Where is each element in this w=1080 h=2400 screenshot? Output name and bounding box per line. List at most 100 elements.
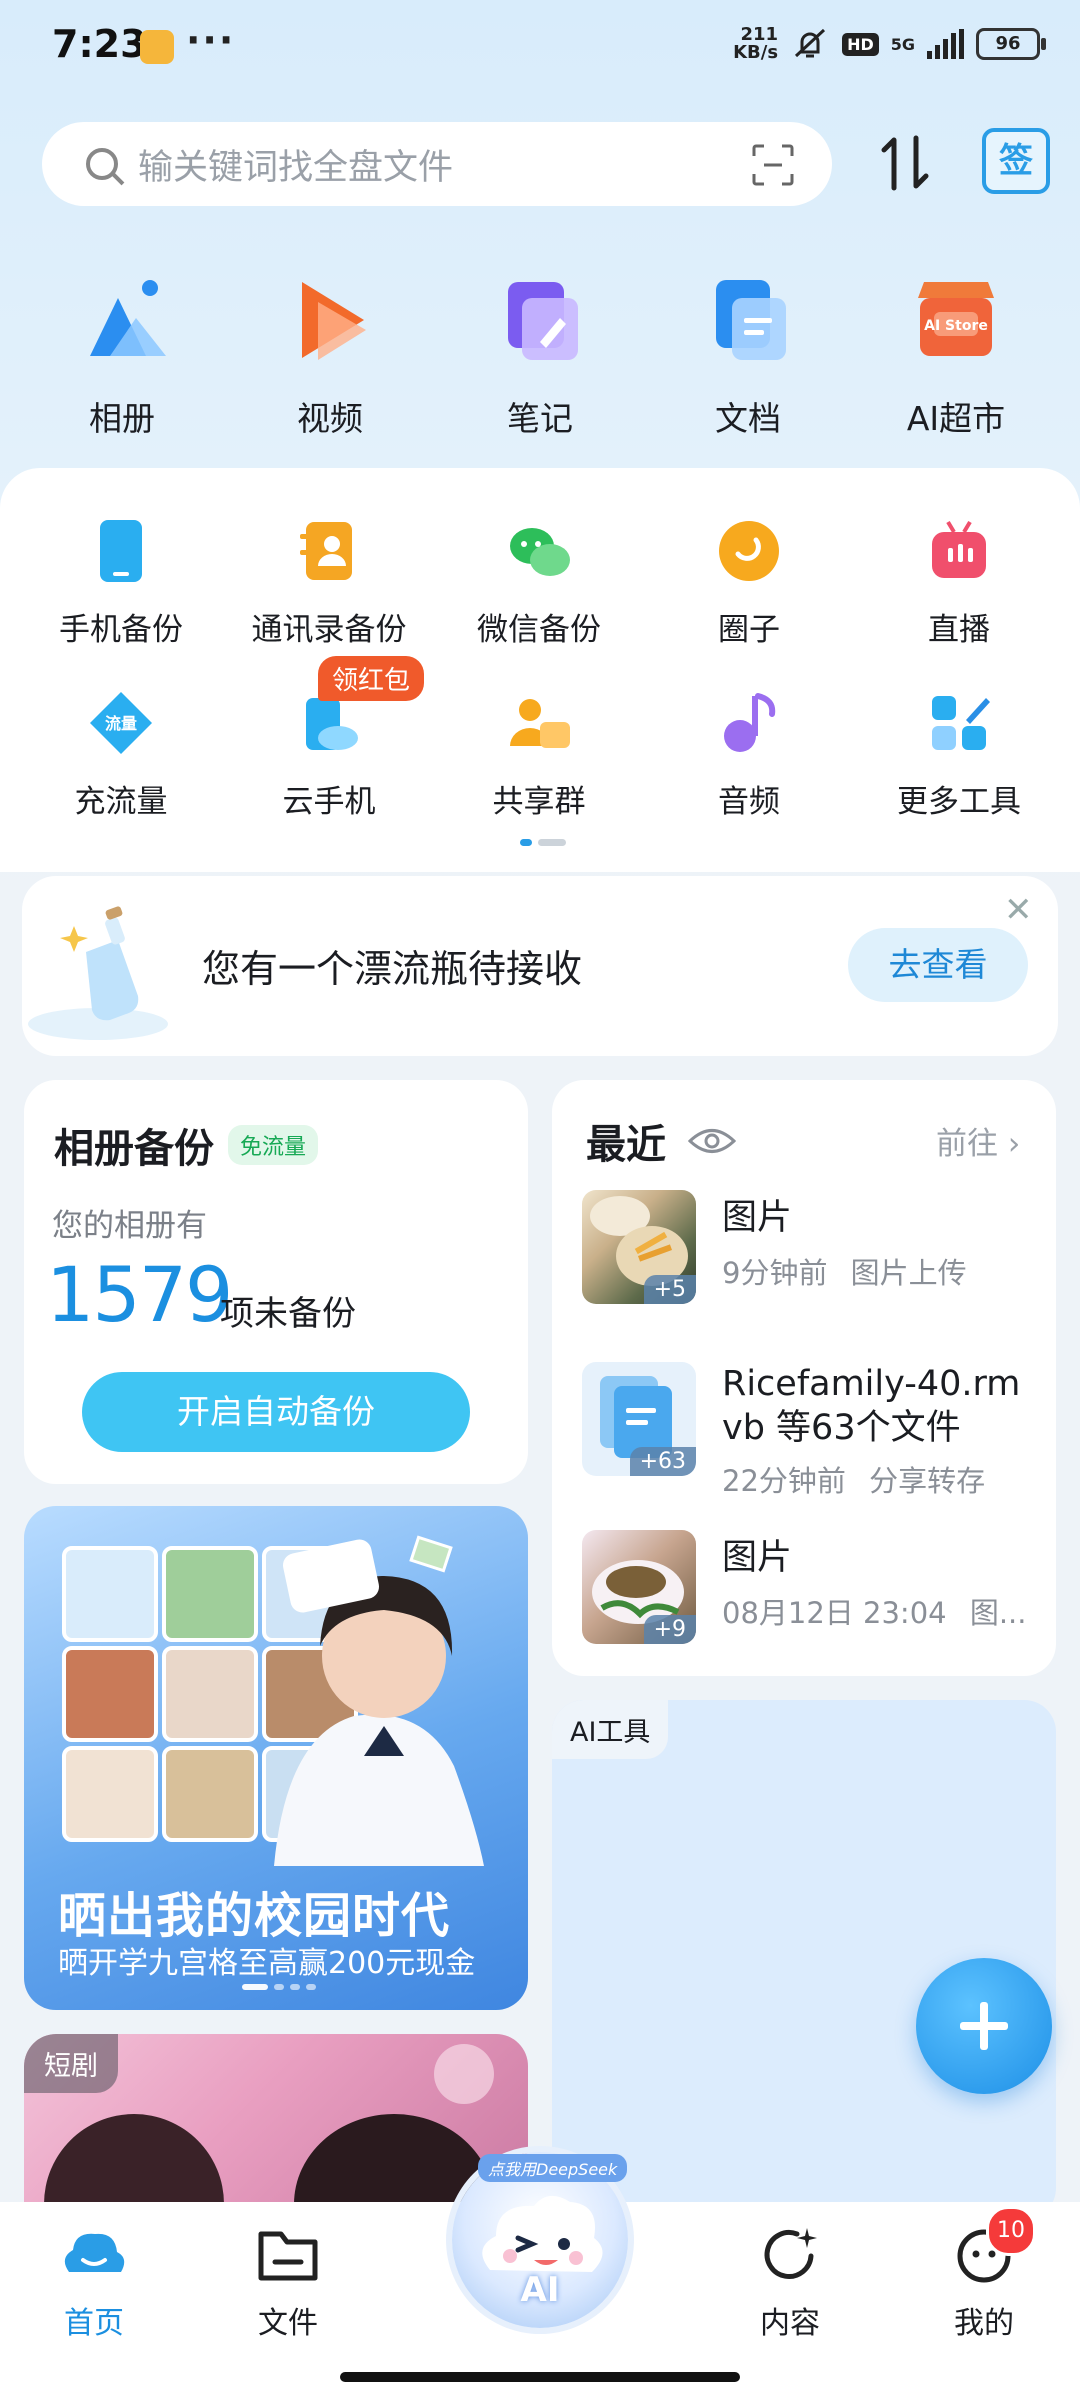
status-time: 7:23 (52, 22, 147, 66)
eye-icon[interactable] (688, 1126, 736, 1156)
close-icon[interactable]: ✕ (1004, 890, 1033, 930)
nav-home-label: 首页 (64, 2306, 124, 2341)
traffic-icon-text: 流量 (105, 714, 137, 733)
wechat-backup-icon (510, 528, 570, 576)
promo-subtitle: 晒开学九宫格至高赢200元现金 (58, 1946, 476, 1981)
tool-wechat-backup[interactable]: 微信备份 (434, 516, 644, 649)
ai-tools-tag: AI工具 (552, 1700, 669, 1759)
shortcut-video-label: 视频 (297, 399, 363, 438)
nav-content[interactable]: 内容 (720, 2222, 860, 2342)
nav-ai-label: AI (520, 2270, 560, 2310)
shortcut-docs-label: 文档 (715, 399, 781, 438)
live-tv-icon (932, 520, 986, 578)
list-item[interactable]: +63 Ricefamily-40.rmvb 等63个文件 22分钟前 分享转存 (582, 1362, 1032, 1500)
enable-auto-backup-button[interactable]: 开启自动备份 (82, 1372, 470, 1452)
drift-bottle-icon (28, 906, 168, 1040)
circle-icon (719, 521, 779, 581)
nav-files[interactable]: 文件 (218, 2222, 358, 2342)
recent-title: 最近 (586, 1122, 666, 1168)
shortcut-notes[interactable]: 笔记 (460, 268, 620, 440)
recent-item-source: 分享转存 (869, 1464, 986, 1498)
video-icon (302, 282, 366, 360)
recent-item-title: 图片 (722, 1538, 793, 1578)
recent-count: +63 (629, 1447, 696, 1476)
search-bar[interactable]: 输关键词找全盘文件 (42, 122, 832, 206)
drift-bottle-text: 您有一个漂流瓶待接收 (202, 947, 583, 991)
recent-item-source: 图... (969, 1596, 1027, 1630)
docs-icon (716, 280, 786, 360)
tool-live[interactable]: 直播 (854, 516, 1064, 649)
shortcut-album[interactable]: 相册 (42, 268, 202, 440)
traffic-icon: 流量 (90, 692, 152, 754)
shortcut-album-label: 相册 (89, 399, 155, 438)
tool-circle[interactable]: 圈子 (644, 516, 854, 649)
list-item[interactable]: +5 图片 9分钟前 图片上传 (582, 1190, 967, 1304)
recent-thumbnail: +9 (582, 1530, 696, 1644)
shortcut-ai-market-label: AI超市 (906, 399, 1006, 438)
tool-label: 手机备份 (59, 612, 183, 648)
recent-card: 最近 前往 › +5 图片 9分钟前 图片上传 +63 Ricefamily-4… (552, 1080, 1056, 1676)
tool-audio[interactable]: 音频 (644, 688, 854, 821)
content-refresh-icon (764, 2228, 817, 2279)
nav-content-label: 内容 (760, 2306, 820, 2341)
tool-label: 云手机 (282, 784, 376, 820)
notification-badge: 10 (986, 2206, 1036, 2256)
promo-title: 晒出我的校园时代 (58, 1888, 451, 1944)
tool-more[interactable]: 更多工具 (854, 688, 1064, 821)
add-fab-button[interactable] (916, 1958, 1052, 2094)
unbacked-count-label: 项未备份 (220, 1294, 356, 1334)
phone-backup-icon (100, 520, 142, 582)
tool-contacts-backup[interactable]: 通讯录备份 (224, 516, 434, 649)
notification-app-icon (140, 30, 174, 64)
recent-more-link[interactable]: 前往 › (936, 1118, 1020, 1163)
transfer-sort-icon[interactable] (880, 128, 936, 198)
campus-promo-banner[interactable]: 晒出我的校园时代 晒开学九宫格至高赢200元现金 (24, 1506, 528, 2010)
recent-more-label: 前往 (936, 1126, 998, 1162)
signal-icon (927, 29, 964, 59)
tool-traffic-topup[interactable]: 流量 充流量 (16, 688, 226, 821)
shortcut-docs[interactable]: 文档 (668, 268, 828, 440)
tool-share-group[interactable]: 共享群 (434, 688, 644, 821)
share-group-icon (510, 699, 570, 748)
shortcut-ai-market[interactable]: AI Store AI超市 (876, 268, 1036, 440)
tool-label: 微信备份 (477, 612, 601, 648)
tool-cloud-phone[interactable]: 云手机 (224, 688, 434, 821)
tool-phone-backup[interactable]: 手机备份 (16, 516, 226, 649)
album-backup-subtitle: 您的相册有 (52, 1208, 207, 1244)
recent-thumbnail: +63 (582, 1362, 696, 1476)
list-item[interactable]: +9 图片 08月12日 23:04 图... (582, 1530, 1026, 1644)
recent-item-time: 22分钟前 (722, 1464, 846, 1498)
nav-files-label: 文件 (258, 2306, 318, 2341)
recent-count: +5 (643, 1275, 696, 1304)
recent-item-title: 图片 (722, 1198, 793, 1238)
scan-icon[interactable] (752, 144, 794, 186)
view-bottle-button[interactable]: 去查看 (848, 928, 1028, 1002)
more-notifications-icon: ··· (186, 18, 236, 62)
shortcut-video[interactable]: 视频 (250, 268, 410, 440)
tool-label: 通讯录备份 (251, 612, 407, 648)
promo-page-indicator (242, 1984, 316, 1990)
tool-label: 充流量 (74, 784, 168, 820)
drift-bottle-banner[interactable]: 您有一个漂流瓶待接收 去查看 ✕ (22, 876, 1058, 1056)
tool-label: 更多工具 (897, 784, 1021, 820)
network-type: 5G (890, 34, 915, 54)
recent-item-time: 08月12日 23:04 (722, 1596, 947, 1630)
status-icons: 211 KB/s HD 5G 96 (733, 26, 1046, 62)
album-icon (90, 280, 166, 356)
tool-label: 圈子 (718, 612, 780, 648)
home-cloud-icon (64, 2233, 125, 2272)
free-traffic-tag: 免流量 (228, 1125, 319, 1165)
battery-icon: 96 (976, 28, 1046, 60)
more-tools-icon (932, 696, 990, 750)
sign-in-calendar-icon[interactable]: 签 (982, 128, 1050, 194)
tool-label: 共享群 (492, 784, 586, 820)
net-speed-unit: KB/s (733, 42, 779, 63)
folder-icon (258, 2231, 318, 2281)
nav-home[interactable]: 首页 (24, 2222, 164, 2342)
deepseek-tag: 点我用DeepSeek (478, 2154, 628, 2182)
recent-count: +9 (643, 1615, 696, 1644)
net-speed: 211 KB/s (733, 26, 778, 62)
tool-label: 音频 (718, 784, 780, 820)
album-backup-card[interactable]: 相册备份 免流量 您的相册有 1579 项未备份 开启自动备份 (24, 1080, 528, 1484)
unbacked-count: 1579 (46, 1250, 233, 1339)
